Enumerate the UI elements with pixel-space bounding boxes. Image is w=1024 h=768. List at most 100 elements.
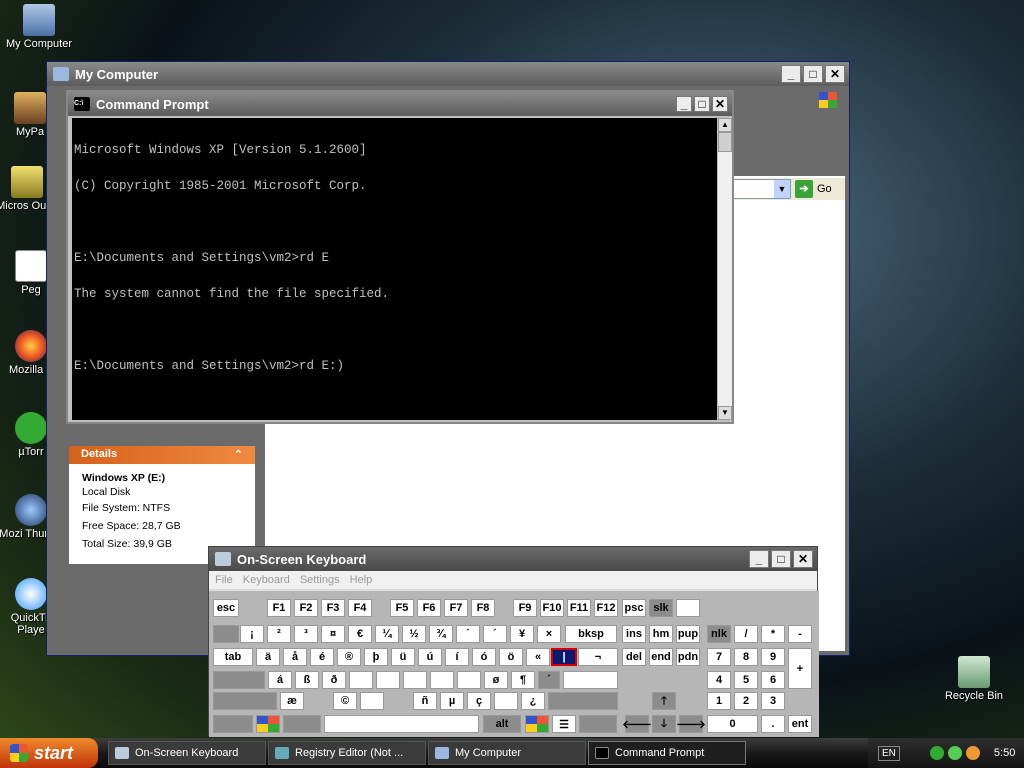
osk-key[interactable] [213,715,253,733]
osk-key[interactable]: ß [295,671,319,689]
start-button[interactable]: start [0,738,98,768]
maximize-button[interactable]: □ [694,96,710,112]
osk-key[interactable] [494,692,518,710]
osk-key[interactable]: pdn [676,648,700,666]
osk-key[interactable] [457,671,481,689]
osk-key[interactable]: é [310,648,334,666]
my-computer-titlebar[interactable]: My Computer _ □ ✕ [47,62,849,86]
scroll-up-icon[interactable]: ▲ [718,118,732,132]
osk-key[interactable] [213,625,239,643]
osk-key[interactable]: psc [622,599,646,617]
close-button[interactable]: ✕ [712,96,728,112]
osk-key[interactable]: ins [622,625,646,643]
osk-key[interactable]: 9 [761,648,785,666]
go-button[interactable]: Go [817,183,832,195]
osk-key[interactable]: * [761,625,785,643]
up-arrow-icon[interactable]: 🡑 [652,692,676,710]
command-prompt-titlebar[interactable]: C:\ Command Prompt _ □ ✕ [68,92,732,116]
task-on-screen-keyboard[interactable]: On-Screen Keyboard [108,741,266,765]
details-header[interactable]: Details ⌃ [69,446,255,464]
windows-key-icon[interactable] [525,715,549,733]
osk-key[interactable]: ¡ [240,625,264,643]
left-arrow-icon[interactable]: 🡐 [622,715,652,733]
clock[interactable]: 5:50 [994,747,1015,759]
osk-key[interactable]: ¤ [321,625,345,643]
osk-key[interactable] [676,599,700,617]
osk-key[interactable]: þ [364,648,388,666]
task-command-prompt[interactable]: Command Prompt [588,741,746,765]
osk-key[interactable]: esc [213,599,239,617]
osk-key[interactable]: tab [213,648,253,666]
osk-key[interactable] [283,715,321,733]
osk-key[interactable]: ¥ [510,625,534,643]
down-arrow-icon[interactable]: 🡓 [652,715,676,733]
menu-keyboard[interactable]: Keyboard [243,574,290,586]
osk-key[interactable]: ² [267,625,291,643]
scroll-down-icon[interactable]: ▼ [718,406,732,420]
chevron-down-icon[interactable]: ▼ [774,180,790,198]
osk-key[interactable]: | [551,648,577,666]
osk-key[interactable]: 4 [707,671,731,689]
osk-key[interactable]: á [268,671,292,689]
go-arrow-icon[interactable]: ➔ [795,180,813,198]
language-indicator[interactable]: EN [878,745,900,761]
osk-key[interactable]: F9 [513,599,537,617]
osk-key[interactable] [324,715,479,733]
osk-key[interactable]: ½ [402,625,426,643]
osk-key[interactable]: ® [337,648,361,666]
vertical-scrollbar[interactable]: ▲ ▼ [718,118,732,420]
osk-key[interactable]: í [445,648,469,666]
network-icon[interactable] [947,746,962,760]
on-screen-keyboard-window[interactable]: On-Screen Keyboard _ □ ✕ File Keyboard S… [208,546,819,737]
osk-key[interactable]: 5 [734,671,758,689]
osk-key[interactable]: 6 [761,671,785,689]
osk-key[interactable]: ü [391,648,415,666]
osk-key[interactable]: hm [649,625,673,643]
osk-key[interactable]: F10 [540,599,564,617]
osk-key[interactable]: F7 [444,599,468,617]
osk-key[interactable]: pup [676,625,700,643]
chevron-up-icon[interactable]: ⌃ [234,448,243,462]
osk-key[interactable]: F5 [390,599,414,617]
menu-help[interactable]: Help [350,574,373,586]
osk-key[interactable]: slk [649,599,673,617]
osk-key[interactable]: 1 [707,692,731,710]
osk-key[interactable]: ´ [483,625,507,643]
osk-key[interactable]: bksp [565,625,617,643]
osk-key[interactable]: ent [788,715,812,733]
osk-key[interactable]: ¼ [375,625,399,643]
osk-key[interactable] [376,671,400,689]
right-arrow-icon[interactable]: 🡒 [676,715,706,733]
task-registry-editor[interactable]: Registry Editor (Not ... [268,741,426,765]
minimize-button[interactable]: _ [781,65,801,83]
task-my-computer[interactable]: My Computer [428,741,586,765]
osk-key[interactable]: nlk [707,625,731,643]
osk-key[interactable]: € [348,625,372,643]
windows-key-icon[interactable] [256,715,280,733]
osk-key[interactable] [360,692,384,710]
osk-key[interactable]: ¿ [521,692,545,710]
osk-key[interactable]: F6 [417,599,441,617]
osk-key[interactable]: 3 [761,692,785,710]
scroll-thumb[interactable] [718,132,732,152]
osk-key[interactable]: ú [418,648,442,666]
osk-key[interactable]: å [283,648,307,666]
osk-key[interactable]: F11 [567,599,591,617]
osk-key[interactable]: ´ [456,625,480,643]
osk-key[interactable] [213,671,265,689]
osk-key[interactable] [430,671,454,689]
osk-key[interactable] [403,671,427,689]
osk-key[interactable] [563,671,618,689]
osk-key[interactable]: ø [484,671,508,689]
osk-key[interactable]: F8 [471,599,495,617]
minimize-button[interactable]: _ [676,96,692,112]
osk-key[interactable] [579,715,617,733]
osk-key[interactable]: ð [322,671,346,689]
osk-key[interactable]: ä [256,648,280,666]
osk-key[interactable] [349,671,373,689]
console-output[interactable]: Microsoft Windows XP [Version 5.1.2600] … [72,118,717,420]
osk-key[interactable]: ³ [294,625,318,643]
osk-key[interactable] [548,692,618,710]
osk-key[interactable]: alt [483,715,521,733]
osk-key[interactable]: F4 [348,599,372,617]
